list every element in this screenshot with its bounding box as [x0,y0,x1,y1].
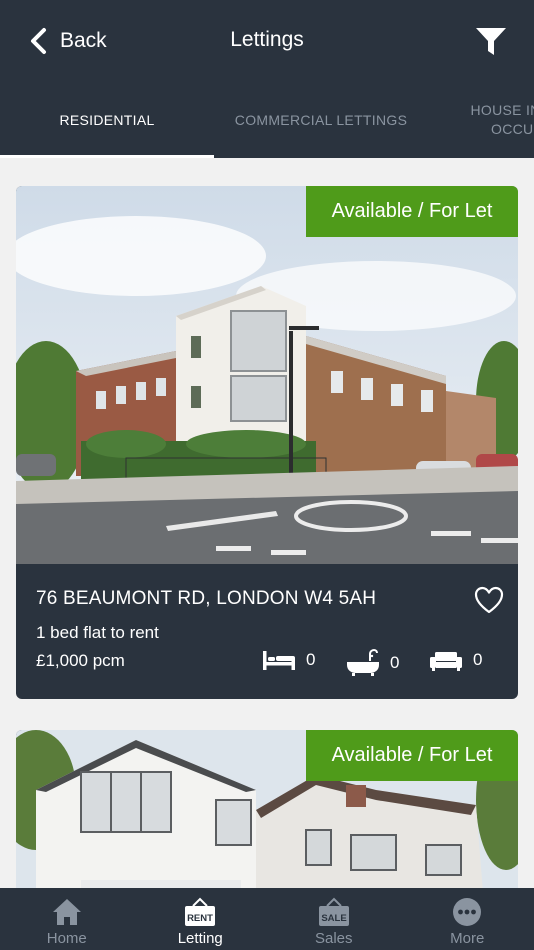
tab-hmo-line1: HOUSE IN [470,102,534,118]
nav-home-label: Home [46,930,87,947]
sale-sign-icon: SALE [318,897,349,926]
rent-sign-text: RENT [187,913,213,924]
status-badge: Available / For Let [306,186,518,237]
top-bar: Back Lettings [0,0,534,82]
filter-icon[interactable] [474,24,508,58]
listing-list[interactable]: Available / For Let 76 BEAUMONT RD, LOND… [0,158,534,888]
receptions-stat: 0 [429,649,482,671]
sofa-icon [430,652,462,671]
listing-info: 76 BEAUMONT RD, LONDON W4 5AH 1 bed flat… [16,564,518,699]
nav-letting[interactable]: RENT Letting [134,888,268,950]
page-title: Lettings [230,28,304,51]
nav-sales-label: Sales [314,930,353,947]
app-header: Back Lettings RESIDENTIAL COMMERCIAL LET… [0,0,534,158]
listing-card[interactable]: Available / For Let 76 BEAUMONT RD, LOND… [16,186,518,699]
rent-sign-icon: RENT [185,897,216,926]
listing-description: 1 bed flat to rent [36,623,159,642]
nav-home[interactable]: Home [0,888,134,950]
listing-card[interactable]: Available / For Let [16,730,518,888]
listing-address: 76 BEAUMONT RD, LONDON W4 5AH [36,588,377,609]
property-photo [16,186,518,564]
receptions-count: 0 [473,650,483,669]
sale-sign-text: SALE [321,913,346,924]
nav-more-label: More [450,930,485,947]
tab-hmo-line2: OCCUP [491,121,534,137]
bed-icon [263,651,295,670]
heart-icon[interactable] [474,586,504,614]
home-icon [52,899,81,925]
tab-house-in-occupation[interactable]: HOUSE IN OCCUP [428,82,534,158]
bathrooms-stat: 0 [346,649,399,677]
tab-commercial-lettings[interactable]: COMMERCIAL LETTINGS [214,82,428,158]
listing-price: £1,000 pcm [36,651,125,670]
nav-more[interactable]: More [401,888,534,950]
nav-sales[interactable]: SALE Sales [267,888,401,950]
bottom-nav: Home RENT Letting SALE Sales More [0,888,534,950]
bedrooms-stat: 0 [262,649,315,671]
tab-bar: RESIDENTIAL COMMERCIAL LETTINGS HOUSE IN… [0,82,534,158]
tab-residential[interactable]: RESIDENTIAL [0,82,214,158]
more-icon [453,898,482,926]
nav-letting-label: Letting [177,930,223,947]
bath-icon [347,649,379,676]
bathrooms-count: 0 [390,653,400,672]
status-badge: Available / For Let [306,730,518,781]
bedrooms-count: 0 [306,650,316,669]
